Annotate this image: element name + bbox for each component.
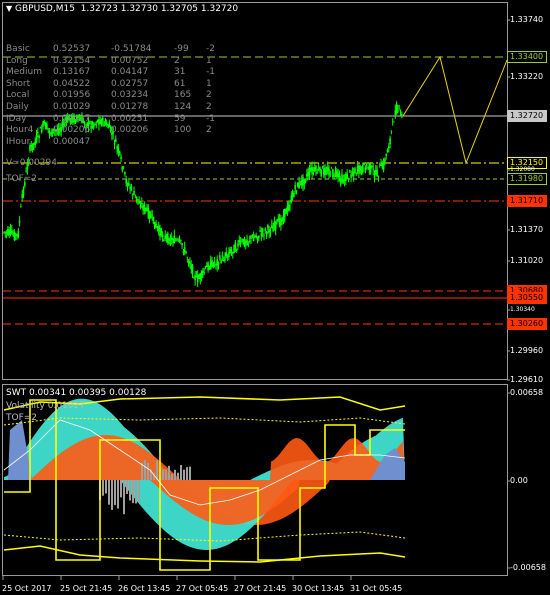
forecast-zigzag xyxy=(402,55,508,165)
info-cell-name: Long xyxy=(6,55,28,66)
price-axis-label: 1.31370 xyxy=(510,225,544,234)
price-axis-label: 1.32720 xyxy=(507,110,547,122)
info-cell-v4: -1 xyxy=(206,67,215,78)
price-axis-label: 1.33400 xyxy=(507,51,547,63)
price-axis-label: 1.33740 xyxy=(510,15,544,24)
v-label: V=0.00294 xyxy=(6,158,57,168)
info-cell-name: IDay xyxy=(6,113,27,124)
indicator-tof-label: TOF=2 xyxy=(6,413,38,423)
info-cell-v3: 124 xyxy=(174,101,192,112)
price-axis-label: 1.29610 xyxy=(510,375,544,384)
price-axis-label: 1.30340 xyxy=(510,306,535,313)
info-cell-name: Short xyxy=(6,78,31,89)
time-axis-ticks xyxy=(2,576,352,580)
info-cell-name: Medium xyxy=(6,67,42,78)
info-cell-v1: 0.01029 xyxy=(53,101,91,112)
info-cell-v1: 0.01956 xyxy=(53,90,91,101)
info-cell-v2: 0.00251 xyxy=(111,113,149,124)
info-cell-v1: 0.00427 xyxy=(53,113,91,124)
info-cell-v4: 2 xyxy=(206,90,212,101)
price-axis-label: 1.30260 xyxy=(507,318,547,330)
info-cell-v4: -1 xyxy=(206,113,215,124)
indicator-title: SWT 0.00341 0.00395 0.00128 xyxy=(6,388,147,398)
info-cell-name: Basic xyxy=(6,44,30,54)
symbol-dropdown-icon[interactable]: ▼ xyxy=(6,4,12,13)
info-cell-v3: 59 xyxy=(174,113,186,124)
time-axis-label: 27 Oct 05:45 xyxy=(176,584,229,593)
time-axis-label: 30 Oct 13:45 xyxy=(292,584,345,593)
info-cell-name: Local xyxy=(6,90,30,101)
indicator-axis-label: 0.00 xyxy=(510,476,528,485)
info-cell-v4: 2 xyxy=(206,101,212,112)
info-cell-v3: 31 xyxy=(174,67,186,78)
info-cell-v2: 0.04147 xyxy=(111,67,149,78)
info-cell-v1: 0.00206 xyxy=(53,125,91,136)
price-axis-label: 1.29960 xyxy=(510,346,544,355)
time-axis-label: 25 Oct 21:45 xyxy=(60,584,113,593)
info-cell-v1: 0.32154 xyxy=(53,55,91,66)
info-cell-v2: -0.51784 xyxy=(111,44,152,54)
price-axis-label: 1.31980 xyxy=(507,173,547,185)
time-axis-label: 26 Oct 13:45 xyxy=(118,584,171,593)
time-axis-label: 25 Oct 2017 xyxy=(2,584,52,593)
price-axis-label: 1.31710 xyxy=(507,195,547,207)
volatility-label: Volatility 0.01027 xyxy=(6,401,85,411)
info-cell-v2: 0.02757 xyxy=(111,78,149,89)
info-cell-v3: 100 xyxy=(174,125,192,136)
info-cell-v2: 0.03234 xyxy=(111,90,149,101)
ohlc-readout: 1.32723 1.32730 1.32705 1.32720 xyxy=(80,4,239,14)
info-cell-v3: 165 xyxy=(174,90,192,101)
info-cell-v1: 0.00047 xyxy=(53,136,91,147)
info-cell-v4: -2 xyxy=(206,44,215,54)
price-axis-label: 1.31020 xyxy=(510,256,544,265)
info-cell-name: Daily xyxy=(6,101,29,112)
info-cell-v3: 61 xyxy=(174,78,186,89)
swt-indicator xyxy=(3,396,406,571)
info-cell-v1: 0.52537 xyxy=(53,44,91,54)
price-axis-label: 1.30550 xyxy=(507,292,547,304)
indicator-axis-label: 0.00658 xyxy=(510,388,544,397)
info-cell-v2: 0.00206 xyxy=(111,125,149,136)
info-cell-v1: 0.13167 xyxy=(53,67,91,78)
time-axis-label: 31 Oct 05:45 xyxy=(350,584,403,593)
info-cell-v2: 0.00752 xyxy=(111,55,149,66)
indicator-axis-label: -0.00658 xyxy=(510,563,546,572)
info-cell-v4: 1 xyxy=(206,55,212,66)
info-cell-v3: -99 xyxy=(174,44,189,54)
tof-label: TOF=2 xyxy=(6,174,38,184)
info-cell-v4: 1 xyxy=(206,78,212,89)
info-cell-name: Hour4 xyxy=(6,125,34,136)
symbol-timeframe: GBPUSD,M15 xyxy=(15,4,75,14)
info-cell-v4: 2 xyxy=(206,125,212,136)
chart-header: ▼ GBPUSD,M15 1.32723 1.32730 1.32705 1.3… xyxy=(6,4,238,14)
info-cell-v2: 0.01278 xyxy=(111,101,149,112)
info-cell-v1: 0.04522 xyxy=(53,78,91,89)
time-axis-label: 27 Oct 21:45 xyxy=(234,584,287,593)
info-cell-v3: 2 xyxy=(174,55,180,66)
info-cell-name: IHour xyxy=(6,136,31,147)
price-axis-label: 1.33220 xyxy=(510,72,544,81)
